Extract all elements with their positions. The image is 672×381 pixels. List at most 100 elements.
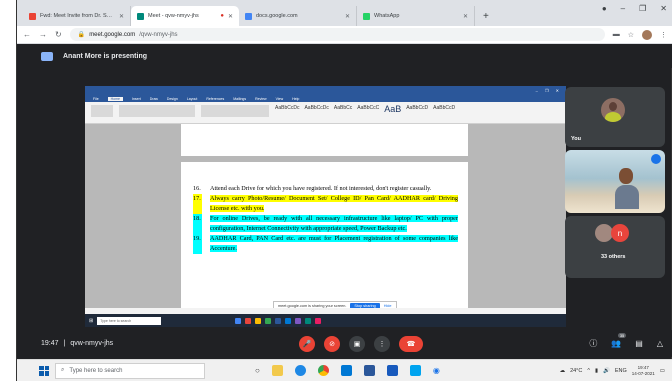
temperature: 24°C [570, 367, 583, 374]
word-tab-mailings: Mailings [233, 96, 247, 101]
task-view-icon[interactable]: ○ [255, 366, 260, 375]
language-indicator[interactable]: ENG [615, 368, 627, 374]
leave-call-button[interactable]: ☎ [399, 335, 423, 352]
list-item: 18. For online Drives, be ready with all… [193, 214, 458, 234]
shared-app-icon [315, 317, 322, 324]
browser-tab-gmail[interactable]: Fwd: Meet Invite from Dr. Sneha ✕ [23, 6, 131, 26]
shared-app-icon [265, 317, 272, 324]
chat-icon[interactable]: ▤ [635, 339, 643, 348]
chrome-icon[interactable] [317, 365, 329, 376]
presenting-text: Anant More is presenting [63, 52, 148, 60]
style-normal: AaBbCcDc [275, 105, 300, 111]
windows-start-icon[interactable] [39, 365, 49, 376]
styles-gallery: AaBbCcDc AaBbCcDc AaBbCc AaBbCcC AaB AaB… [275, 105, 455, 114]
item-text: Attend each Drive for which you have reg… [210, 185, 432, 192]
font-group [119, 105, 195, 117]
network-icon[interactable]: ▮ [595, 368, 598, 374]
list-item: 16. Attend each Drive for which you have… [193, 184, 458, 194]
forward-icon[interactable]: → [39, 30, 47, 39]
presenter-video [615, 168, 639, 209]
meeting-time: 19:47 [41, 340, 59, 347]
windows-taskbar: ⌕ Type here to search ○ ◉ ☁ 24°C ^ ▮ 🔊 E… [17, 359, 672, 381]
word-ribbon: AaBbCcDc AaBbCcDc AaBbCc AaBbCcC AaB AaB… [85, 102, 566, 124]
close-tab-icon[interactable]: ✕ [463, 13, 468, 20]
people-count-badge: 35 [617, 333, 627, 338]
document-text: 16. Attend each Drive for which you have… [193, 184, 458, 254]
close-tab-icon[interactable]: ✕ [119, 13, 124, 20]
clock[interactable]: 19:47 14-07-2021 [632, 365, 655, 376]
presenter-video-tile[interactable] [565, 150, 665, 213]
gmail-icon [29, 12, 36, 20]
style-no-spacing: AaBbCcDc [304, 105, 329, 111]
search-icon: ⌕ [61, 367, 65, 373]
tray-chevron-icon[interactable]: ^ [587, 368, 590, 374]
zoom-app-icon[interactable]: ◉ [433, 366, 440, 375]
item-text: For online Drives, be ready with all nec… [210, 215, 458, 232]
more-options-button[interactable]: ⋮ [374, 335, 390, 352]
word-ribbon-tabs: File Home Insert Draw Design Layout Refe… [85, 95, 566, 102]
people-button[interactable]: 👥 35 [611, 333, 627, 348]
browser-tab-whatsapp[interactable]: WhatsApp ✕ [357, 6, 475, 26]
word-tab-draw: Draw [149, 96, 158, 101]
speaking-indicator-icon [651, 154, 661, 164]
notification-icon[interactable]: ▭ [660, 368, 665, 374]
style-title: AaB [384, 104, 402, 114]
shared-app-icon [235, 317, 242, 324]
mail-icon[interactable] [363, 365, 375, 376]
back-icon[interactable]: ← [23, 30, 31, 39]
list-item: 17. Always carry Photo/Resume/ Document … [193, 194, 458, 214]
app-icon[interactable] [409, 365, 421, 376]
item-text: AADHAR Card, PAN Card etc. are must for … [210, 235, 458, 252]
file-explorer-icon[interactable] [271, 365, 283, 376]
store-icon[interactable] [340, 365, 352, 376]
browser-tab-docs[interactable]: docs.google.com ✕ [239, 6, 357, 26]
close-window-icon[interactable]: ✕ [660, 4, 667, 13]
browser-tab-meet[interactable]: Meet - qvw-nmyv-jhs ● ✕ [131, 6, 239, 26]
mic-off-button[interactable]: 🎤 [299, 335, 315, 352]
camera-permission-icon[interactable]: ▬ [613, 31, 620, 38]
word-tab-file: File [93, 96, 99, 101]
others-tile[interactable]: n 33 others [565, 216, 665, 278]
presenter-body [615, 185, 639, 209]
activities-icon[interactable]: △ [657, 339, 663, 348]
self-tile-label: You [571, 136, 581, 142]
avatar-head [609, 102, 617, 111]
url-input[interactable]: 🔒 meet.google.com/qvw-nmyv-jhs [69, 28, 605, 41]
close-tab-icon[interactable]: ✕ [345, 13, 350, 20]
new-tab-button[interactable]: + [475, 11, 497, 26]
list-item: 19. AADHAR Card, PAN Card etc. are must … [193, 234, 458, 254]
separator: | [63, 340, 66, 347]
docs-icon [245, 12, 252, 20]
weather-icon[interactable]: ☁ [560, 368, 566, 374]
close-tab-icon[interactable]: ✕ [228, 13, 233, 20]
camera-off-button[interactable]: ⊘ [324, 335, 340, 352]
taskbar-search-input[interactable]: ⌕ Type here to search [55, 362, 205, 379]
self-video-tile[interactable]: You [565, 87, 665, 147]
edge-icon[interactable] [294, 365, 306, 376]
style-heading2: AaBbCcC [357, 105, 380, 111]
clipboard-group [91, 105, 113, 117]
tab-title: WhatsApp [374, 13, 400, 19]
word-window-controls: – ❐ ✕ [535, 88, 562, 93]
clock-date: 14-07-2021 [631, 370, 655, 376]
hide-button: Hide [383, 303, 392, 308]
minimize-icon[interactable]: – [621, 4, 625, 13]
bookmark-star-icon[interactable]: ☆ [628, 31, 634, 39]
item-number: 16. [193, 185, 201, 192]
style-emphasis: AaBbCcD [433, 105, 456, 111]
record-indicator-icon: ● [601, 4, 607, 13]
meeting-info-icon[interactable]: ⓘ [589, 338, 597, 349]
word-tab-insert: Insert [131, 96, 141, 101]
tab-title: Meet - qvw-nmyv-jhs [148, 13, 199, 19]
tab-title: Fwd: Meet Invite from Dr. Sneha [40, 13, 115, 19]
word-icon[interactable] [386, 365, 398, 376]
paragraph-group [201, 105, 269, 117]
participant-initial-avatar: n [611, 224, 629, 242]
reload-icon[interactable]: ↻ [55, 30, 62, 39]
menu-dots-icon[interactable]: ⋮ [660, 31, 667, 39]
captions-button[interactable]: ▣ [349, 335, 365, 352]
profile-avatar[interactable] [642, 29, 652, 40]
recording-dot-icon: ● [220, 13, 224, 19]
maximize-icon[interactable]: ❐ [639, 4, 646, 13]
volume-icon[interactable]: 🔊 [603, 368, 610, 374]
